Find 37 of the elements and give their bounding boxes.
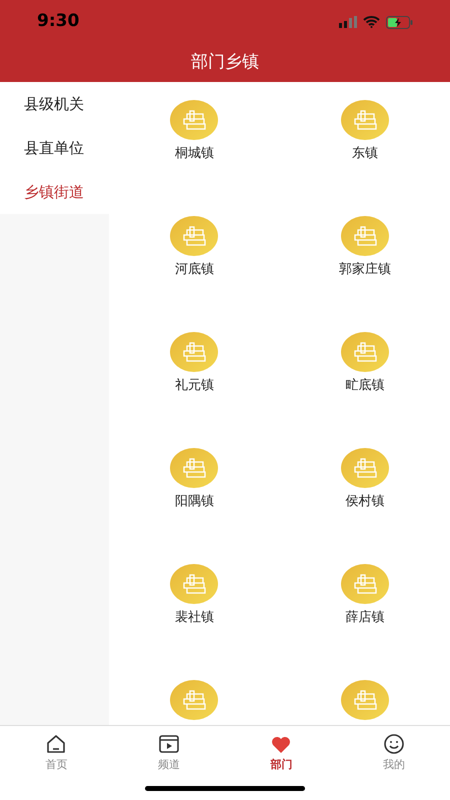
town-label[interactable]: 薛店镇 [345, 608, 384, 628]
books-icon[interactable] [340, 448, 389, 488]
wifi-icon [363, 16, 380, 28]
books-icon[interactable] [170, 564, 218, 604]
town-label[interactable]: 礼元镇 [174, 376, 214, 396]
books-icon[interactable] [170, 216, 218, 256]
battery-icon [386, 16, 413, 28]
books-icon[interactable] [340, 216, 389, 256]
books-icon[interactable] [170, 680, 218, 720]
books-icon[interactable] [340, 680, 389, 720]
books-icon[interactable] [340, 564, 389, 604]
books-icon[interactable] [170, 100, 218, 140]
signal-icon [339, 16, 357, 28]
home-icon [45, 733, 68, 755]
town-label[interactable]: 阳隅镇 [174, 492, 214, 512]
tab-button[interactable]: 部门 [225, 726, 338, 776]
town-label[interactable]: 桐城镇 [174, 144, 214, 164]
sidebar-item[interactable]: 县级机关 [0, 82, 109, 126]
town-label[interactable]: 裴社镇 [174, 608, 214, 628]
page-title: 部门乡镇 [191, 51, 259, 74]
tab-button[interactable]: 首页 [0, 726, 112, 776]
sidebar-item[interactable]: 县直单位 [0, 126, 109, 170]
town-label[interactable]: 东镇 [352, 144, 378, 164]
sidebar-item[interactable]: 乡镇街道 [0, 170, 109, 214]
books-icon[interactable] [170, 332, 218, 372]
books-icon[interactable] [170, 448, 218, 488]
town-label[interactable]: 郭家庄镇 [338, 260, 391, 280]
smiley-icon [382, 733, 405, 755]
town-label[interactable]: 甿底镇 [345, 376, 384, 396]
books-icon[interactable] [340, 332, 389, 372]
town-label[interactable]: 河底镇 [174, 260, 214, 280]
tab-button[interactable]: 我的 [338, 726, 450, 776]
town-label[interactable]: 侯村镇 [345, 492, 384, 512]
status-time: 9:30 [37, 10, 80, 34]
books-icon[interactable] [340, 100, 389, 140]
play-screen-icon [158, 733, 180, 755]
tab-button[interactable]: 频道 [112, 726, 225, 776]
